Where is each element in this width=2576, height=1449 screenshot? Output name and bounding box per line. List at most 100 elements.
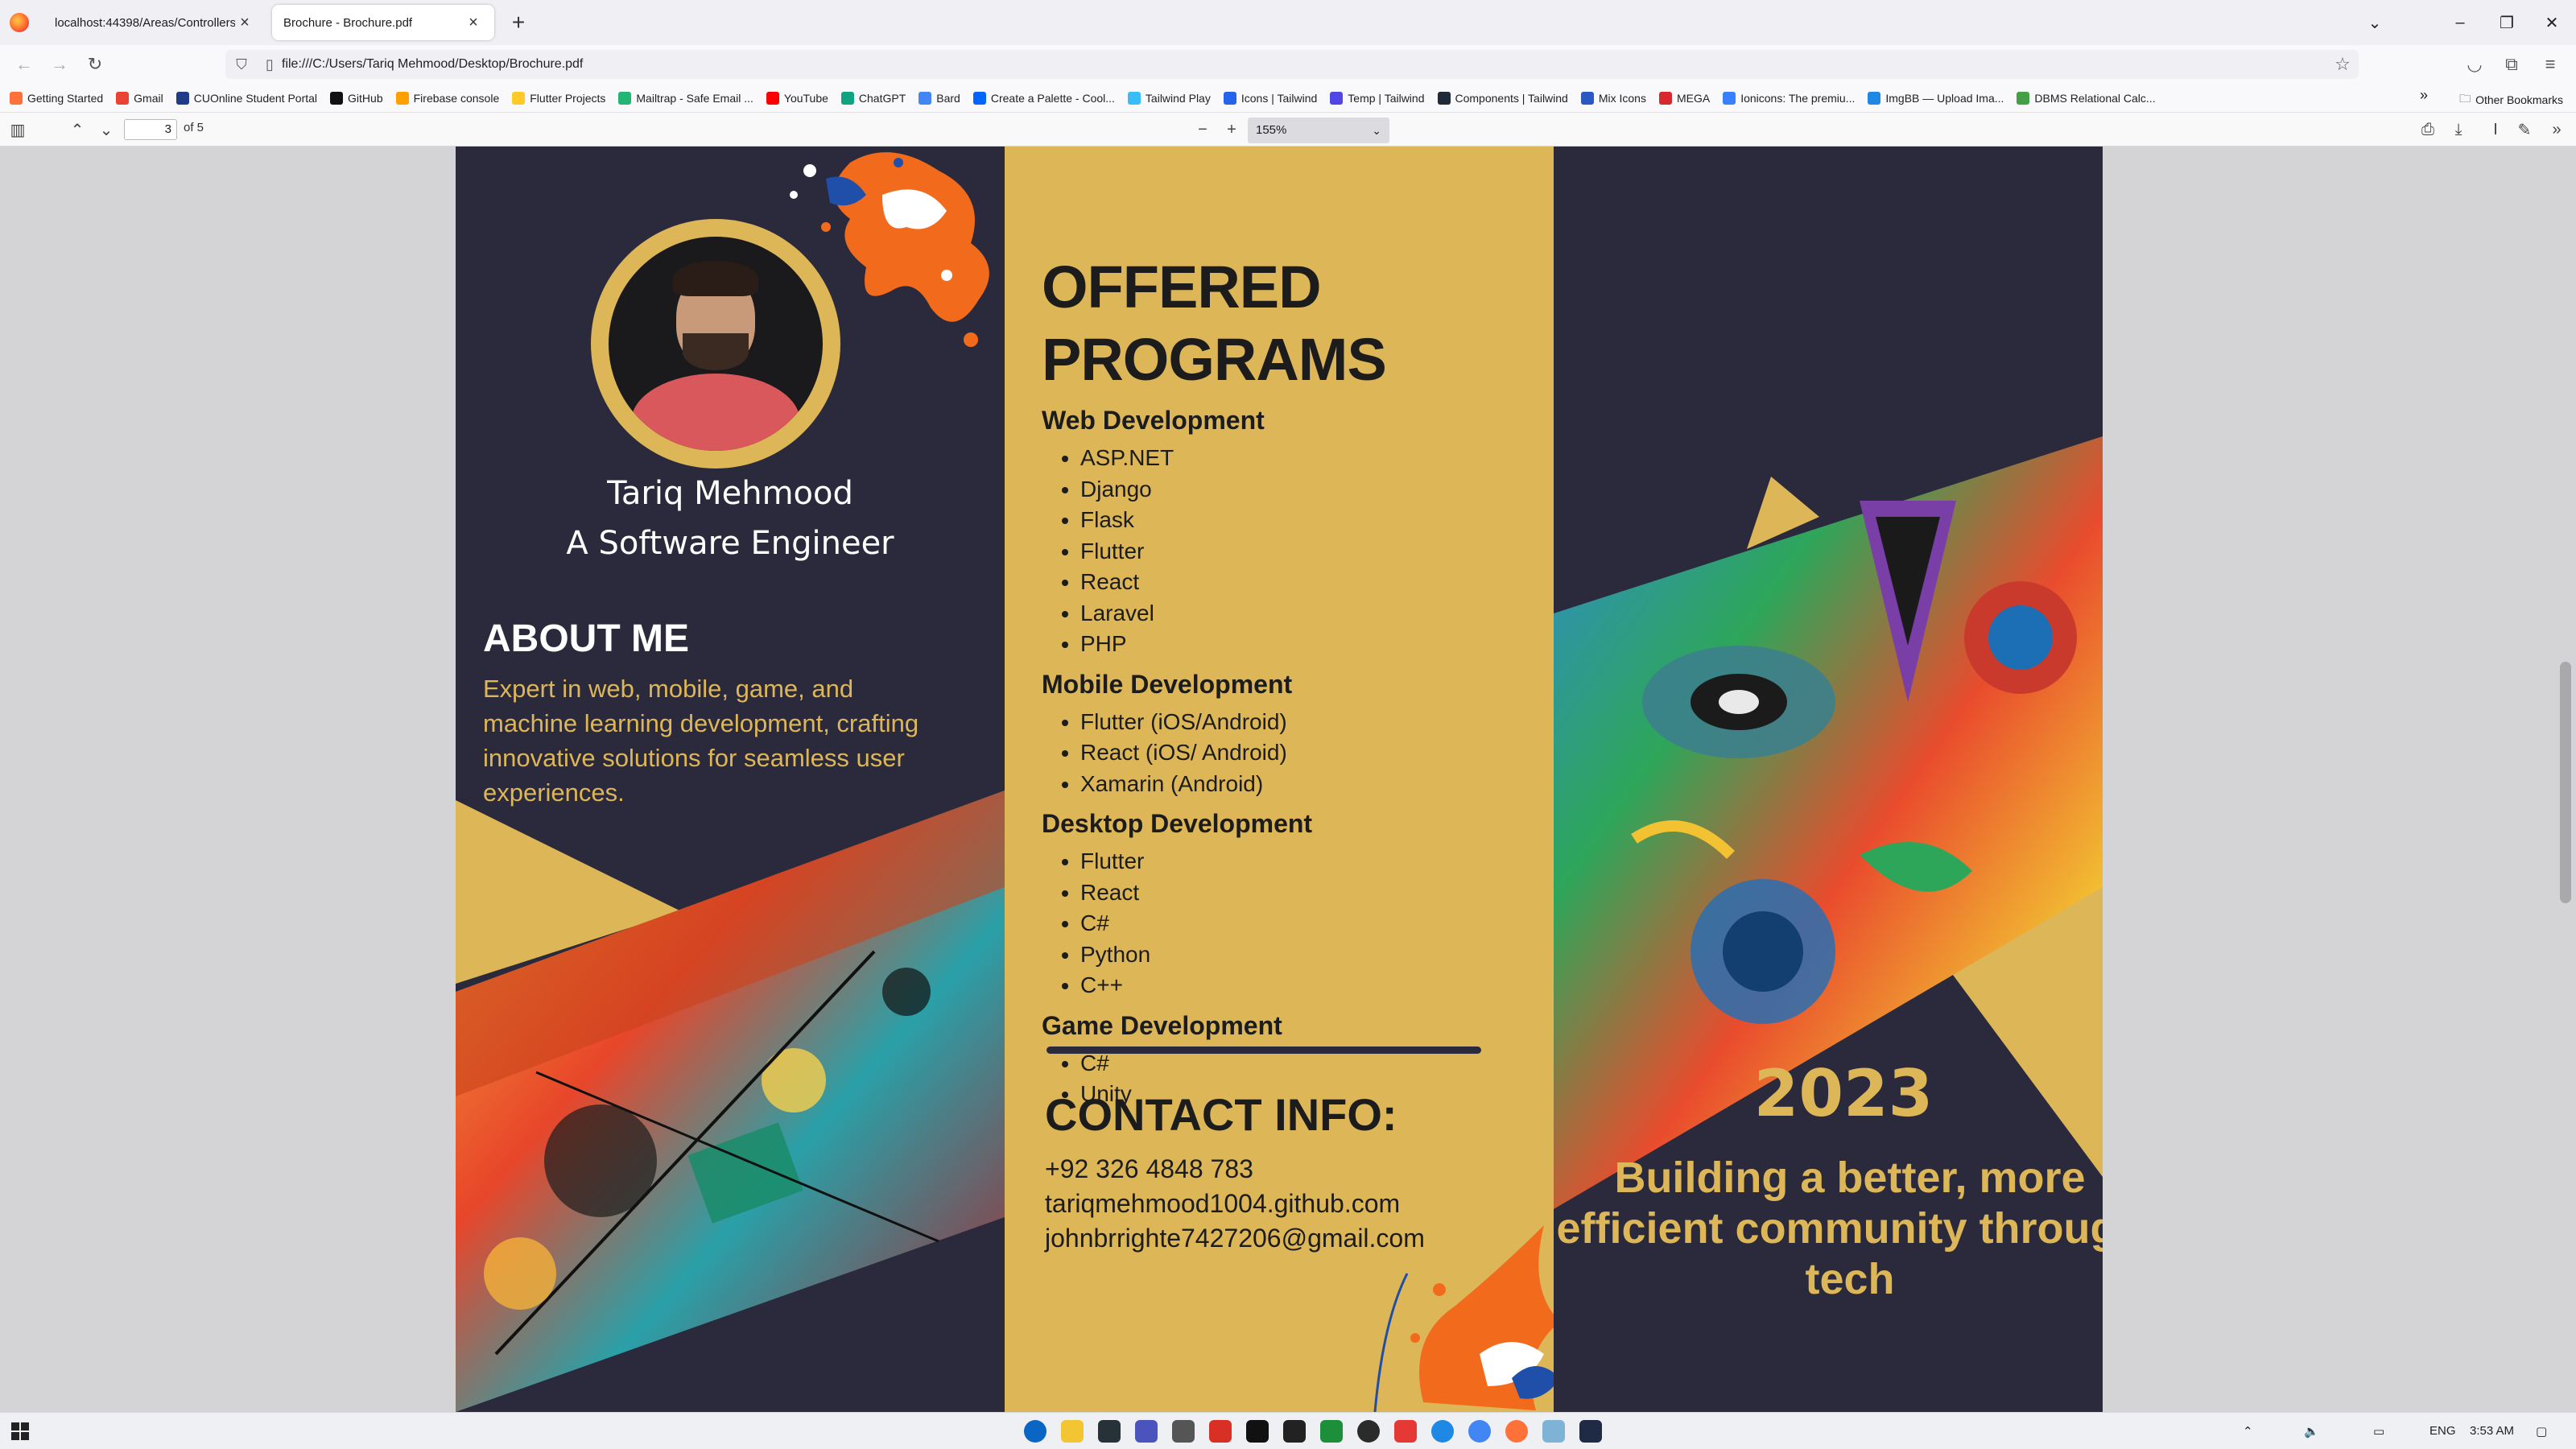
bookmark-item[interactable]: YouTube (766, 91, 828, 105)
app-icon[interactable] (1283, 1420, 1306, 1443)
bookmark-item[interactable]: Mix Icons (1580, 91, 1646, 105)
app-icon[interactable] (1320, 1420, 1343, 1443)
bookmark-item[interactable]: Firebase console (395, 91, 499, 105)
bookmark-favicon-icon (1723, 91, 1736, 105)
bookmark-favicon-icon (618, 91, 632, 105)
pocket-icon[interactable]: ◡ (2460, 52, 2489, 77)
page-number-input[interactable]: 3 (124, 119, 177, 140)
app-icon[interactable] (1431, 1420, 1454, 1443)
previous-page-icon[interactable]: ⌃ (64, 118, 90, 142)
bookmark-favicon-icon (330, 91, 344, 105)
bookmark-item[interactable]: ImgBB — Upload Ima... (1868, 91, 2004, 105)
scrollbar-thumb[interactable] (2560, 662, 2571, 903)
file-explorer-icon[interactable] (1061, 1420, 1084, 1443)
bookmark-label: Components | Tailwind (1455, 91, 1568, 105)
sidebar-toggle-icon[interactable]: ▥ (5, 118, 31, 142)
other-bookmarks[interactable]: 🗀 Other Bookmarks (2459, 90, 2563, 109)
bookmark-item[interactable]: Create a Palette - Cool... (972, 91, 1115, 105)
chrome-icon[interactable] (1357, 1420, 1380, 1443)
new-tab-button[interactable]: + (506, 10, 531, 35)
battery-icon[interactable]: ▭ (2373, 1424, 2384, 1439)
tab-title: localhost:44398/Areas/Controllers/... (55, 15, 235, 30)
bookmark-item[interactable]: CUOnline Student Portal (175, 91, 317, 105)
more-bookmarks-chevron-icon[interactable]: » (2420, 87, 2428, 104)
bookmark-item[interactable]: GitHub (330, 91, 383, 105)
draw-icon[interactable]: ✎ (2512, 118, 2537, 142)
tab-bar: localhost:44398/Areas/Controllers/... × … (0, 0, 2576, 45)
list-item: React (1080, 877, 1541, 909)
pdf-toolbar: ▥ ⌃ ⌄ 3 of 5 − + 155% ⌄ ⎙ ⤓ I ✎ » (0, 113, 2576, 147)
chrome-icon[interactable] (1468, 1420, 1491, 1443)
teams-icon[interactable] (1135, 1420, 1158, 1443)
restore-button[interactable]: ❐ (2492, 8, 2521, 37)
windows-start-icon[interactable] (11, 1422, 29, 1440)
clock[interactable]: 3:53 AM (2470, 1424, 2514, 1438)
bookmark-item[interactable]: ChatGPT (840, 91, 906, 105)
save-icon[interactable]: ⤓ (2446, 118, 2471, 142)
forward-button[interactable]: → (45, 52, 74, 77)
next-page-icon[interactable]: ⌄ (93, 118, 119, 142)
gmail-icon[interactable] (1209, 1420, 1232, 1443)
print-icon[interactable]: ⎙ (2415, 118, 2441, 142)
app-icon[interactable] (1098, 1420, 1121, 1443)
bookmark-item[interactable]: Temp | Tailwind (1330, 91, 1425, 105)
scrollbar[interactable] (2555, 147, 2576, 1412)
close-window-button[interactable]: ✕ (2537, 8, 2566, 37)
tools-menu-icon[interactable]: » (2544, 118, 2570, 142)
firefox-icon[interactable] (10, 13, 29, 32)
page-total: of 5 (184, 121, 204, 134)
close-tab-icon[interactable]: × (235, 13, 254, 32)
bookmark-item[interactable]: Getting Started (10, 91, 103, 105)
bookmark-item[interactable]: Bard (919, 91, 960, 105)
text-tool-icon[interactable]: I (2483, 118, 2508, 142)
url-bar[interactable]: ⛉ ▯ file:///C:/Users/Tariq Mehmood/Deskt… (225, 50, 2359, 79)
page-icon: ▯ (266, 56, 274, 72)
contact-github: tariqmehmood1004.github.com (1045, 1189, 1401, 1218)
back-button[interactable]: ← (10, 52, 39, 77)
shield-icon[interactable]: ⛉ (225, 56, 258, 73)
bookmark-item[interactable]: Ionicons: The premiu... (1723, 91, 1855, 105)
bookmark-item[interactable]: Mailtrap - Safe Email ... (618, 91, 753, 105)
volume-icon[interactable]: 🔈 (2304, 1424, 2319, 1439)
youtube-icon[interactable] (1394, 1420, 1417, 1443)
tab-localhost[interactable]: localhost:44398/Areas/Controllers/... × (43, 5, 266, 40)
list-item: PHP (1080, 629, 1541, 660)
web-program-list: ASP.NET Django Flask Flutter React Larav… (1080, 443, 1541, 660)
bookmark-item[interactable]: Icons | Tailwind (1223, 91, 1317, 105)
minimize-button[interactable]: – (2446, 8, 2475, 37)
bookmark-favicon-icon (919, 91, 932, 105)
close-tab-icon[interactable]: × (464, 13, 483, 32)
bookmark-item[interactable]: Gmail (116, 91, 163, 105)
list-item: Flutter (1080, 536, 1541, 568)
list-all-tabs-icon[interactable]: ⌄ (2360, 8, 2389, 37)
language-indicator[interactable]: ENG (2429, 1424, 2456, 1438)
bookmark-label: Tailwind Play (1145, 91, 1211, 105)
app-icon[interactable] (1542, 1420, 1565, 1443)
menu-icon[interactable]: ≡ (2536, 52, 2565, 77)
zoom-select[interactable]: 155% ⌄ (1248, 118, 1389, 143)
bookmark-favicon-icon (512, 91, 526, 105)
app-icon[interactable] (1172, 1420, 1195, 1443)
url-text[interactable]: file:///C:/Users/Tariq Mehmood/Desktop/B… (282, 57, 2326, 72)
bookmark-label: Create a Palette - Cool... (990, 91, 1115, 105)
chevron-up-icon[interactable]: ⌃ (2243, 1424, 2253, 1439)
bookmark-item[interactable]: DBMS Relational Calc... (2017, 91, 2156, 105)
bookmark-item[interactable]: MEGA (1658, 91, 1711, 105)
bookmark-item[interactable]: Flutter Projects (512, 91, 605, 105)
programs-column: OFFERED PROGRAMS Web Development ASP.NET… (1005, 147, 1580, 1412)
tagline: Building a better, more efficient commun… (1556, 1154, 2103, 1303)
edge-icon[interactable] (1024, 1420, 1046, 1443)
bookmark-star-icon[interactable]: ☆ (2326, 54, 2359, 75)
tab-brochure[interactable]: Brochure - Brochure.pdf × (272, 5, 494, 40)
firefox-icon[interactable] (1505, 1420, 1528, 1443)
zoom-in-icon[interactable]: + (1219, 118, 1245, 142)
extensions-icon[interactable]: ⧉ (2497, 52, 2526, 77)
bookmark-item[interactable]: Tailwind Play (1127, 91, 1211, 105)
reload-button[interactable]: ↻ (80, 52, 109, 77)
notifications-icon[interactable]: ▢ (2536, 1424, 2547, 1439)
bookmark-item[interactable]: Components | Tailwind (1437, 91, 1568, 105)
zoom-out-icon[interactable]: − (1190, 118, 1216, 142)
app-icon[interactable] (1579, 1420, 1602, 1443)
bookmark-label: MEGA (1676, 91, 1711, 105)
github-icon[interactable] (1246, 1420, 1269, 1443)
